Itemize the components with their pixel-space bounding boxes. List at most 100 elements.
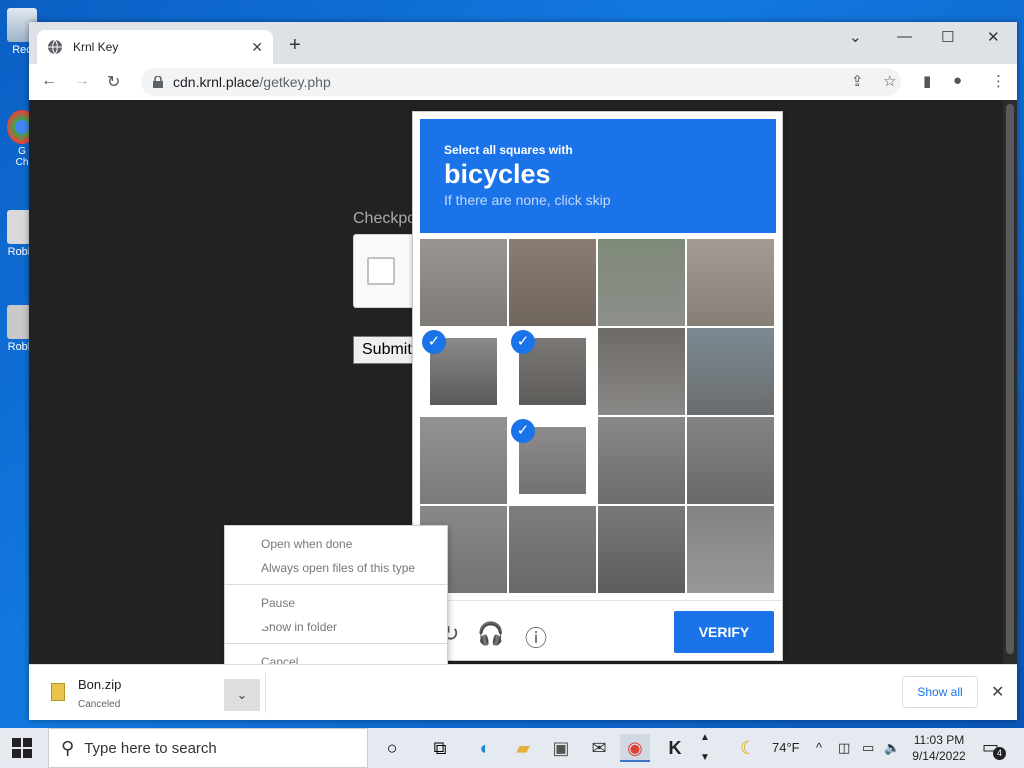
krnl-app-icon[interactable]: K xyxy=(660,734,690,762)
network-icon[interactable]: ▭ xyxy=(862,728,874,768)
page-content: Checkpo Submit Select all squares with b… xyxy=(29,100,1017,664)
checkmark-icon: ✓ xyxy=(422,330,446,354)
menu-separator xyxy=(225,643,447,644)
url-host: cdn.krnl.place xyxy=(173,74,260,90)
search-placeholder: Type here to search xyxy=(84,739,217,757)
captcha-tile-image xyxy=(687,506,774,593)
clock-date: 9/14/2022 xyxy=(912,749,966,763)
info-icon[interactable]: ⓘ xyxy=(525,621,547,653)
captcha-tile-image xyxy=(598,506,685,593)
moon-weather-icon[interactable]: ☾ xyxy=(740,728,756,768)
captcha-tile[interactable]: ✓ xyxy=(509,328,596,415)
lock-icon xyxy=(153,76,163,88)
cortana-icon[interactable]: ○ xyxy=(377,734,407,762)
back-icon[interactable]: ← xyxy=(41,72,57,90)
reload-icon[interactable]: ↻ xyxy=(107,72,120,92)
profile-icon[interactable]: ● xyxy=(953,72,962,89)
globe-icon xyxy=(48,39,62,55)
menu-item-open-when-done[interactable]: Open when done xyxy=(225,532,447,556)
captcha-tile-image xyxy=(598,417,685,504)
tab-krnl-key[interactable]: Krnl Key ✕ xyxy=(37,30,273,64)
captcha-tile[interactable] xyxy=(598,328,685,415)
captcha-header: Select all squares with bicycles If ther… xyxy=(420,119,776,233)
url-path: /getkey.php xyxy=(259,74,331,90)
captcha-tile[interactable] xyxy=(687,417,774,504)
windows-start-icon[interactable] xyxy=(12,738,32,758)
captcha-tile-image xyxy=(509,239,596,326)
maximize-icon[interactable]: ☐ xyxy=(941,28,954,46)
meet-now-icon[interactable]: ◫ xyxy=(838,728,850,768)
captcha-tile-image xyxy=(420,417,507,504)
verify-button[interactable]: VERIFY xyxy=(674,611,774,653)
browser-window: Krnl Key ✕ + ⌄ — ☐ ✕ ← → ↻ cdn.krnl.plac… xyxy=(29,22,1017,720)
captcha-tile[interactable]: ✓ xyxy=(420,328,507,415)
browser-toolbar: ← → ↻ cdn.krnl.place/getkey.php ⇪ ☆ ▮ ● … xyxy=(29,64,1017,100)
show-all-button[interactable]: Show all xyxy=(902,676,978,708)
captcha-tile[interactable] xyxy=(420,239,507,326)
store-icon[interactable]: ▣ xyxy=(546,734,576,762)
chevron-down-icon[interactable]: ⌄ xyxy=(224,679,260,711)
page-scrollbar[interactable] xyxy=(1003,100,1017,664)
checkmark-icon: ✓ xyxy=(511,419,535,443)
captcha-tile-image xyxy=(598,239,685,326)
taskbar-clock[interactable]: 11:03 PM 9/14/2022 xyxy=(908,732,970,764)
download-bar: Bon.zip Canceled ⌄ Show all ✕ xyxy=(29,664,1017,720)
zip-file-icon xyxy=(51,683,65,701)
recaptcha-checkbox[interactable] xyxy=(367,257,395,285)
taskbar-scroll-arrows-icon[interactable]: ▲ ▼ xyxy=(700,728,710,768)
show-hidden-icons-icon[interactable]: ^ xyxy=(816,728,822,768)
new-tab-icon[interactable]: + xyxy=(289,34,301,57)
captcha-tile-image xyxy=(687,328,774,415)
scrollbar-thumb[interactable] xyxy=(1006,104,1014,654)
volume-icon[interactable]: 🔈 xyxy=(884,728,900,768)
captcha-footer: ↻ 🎧 ⓘ VERIFY xyxy=(413,600,782,660)
captcha-tile-image xyxy=(420,239,507,326)
captcha-tile[interactable] xyxy=(687,328,774,415)
download-bar-close-icon[interactable]: ✕ xyxy=(991,682,1004,702)
captcha-tile[interactable] xyxy=(509,239,596,326)
edge-icon[interactable]: ◐ xyxy=(470,734,500,762)
captcha-tile[interactable] xyxy=(687,506,774,593)
file-explorer-icon[interactable]: ▰ xyxy=(508,734,538,762)
captcha-tile[interactable] xyxy=(509,506,596,593)
captcha-tile-image xyxy=(509,506,596,593)
forward-icon[interactable]: → xyxy=(74,72,90,90)
captcha-hint: If there are none, click skip xyxy=(444,192,611,208)
download-divider xyxy=(265,673,266,713)
tab-search-icon[interactable]: ⌄ xyxy=(849,28,862,46)
taskbar: ⚲ Type here to search ○ ⧉ ◐ ▰ ▣ ✉ ◉ K ▲ ▼… xyxy=(0,728,1024,768)
menu-dots-icon[interactable]: ⋮ xyxy=(991,72,1006,90)
captcha-instruction: Select all squares with xyxy=(444,143,573,157)
submit-button[interactable]: Submit xyxy=(353,336,413,364)
minimize-icon[interactable]: — xyxy=(897,28,912,45)
side-panel-icon[interactable]: ▮ xyxy=(923,72,931,90)
captcha-tile[interactable] xyxy=(687,239,774,326)
captcha-tile[interactable] xyxy=(598,239,685,326)
notification-count: 4 xyxy=(993,747,1006,760)
taskbar-search[interactable]: ⚲ Type here to search xyxy=(48,728,368,768)
captcha-tile[interactable]: ✓ xyxy=(509,417,596,504)
address-bar[interactable]: cdn.krnl.place/getkey.php xyxy=(141,68,901,96)
weather-temp[interactable]: 74°F xyxy=(772,728,800,768)
window-close-icon[interactable]: ✕ xyxy=(987,28,1000,46)
tab-title: Krnl Key xyxy=(73,40,119,54)
task-view-icon[interactable]: ⧉ xyxy=(425,734,455,762)
captcha-tile-image xyxy=(598,328,685,415)
chrome-icon[interactable]: ◉ xyxy=(620,734,650,762)
menu-separator xyxy=(225,584,447,585)
captcha-tile-image xyxy=(687,239,774,326)
headphones-icon[interactable]: 🎧 xyxy=(477,621,504,647)
clock-time: 11:03 PM xyxy=(913,733,965,747)
captcha-tile[interactable] xyxy=(598,506,685,593)
captcha-tile[interactable] xyxy=(598,417,685,504)
captcha-challenge: Select all squares with bicycles If ther… xyxy=(412,111,783,661)
tab-close-icon[interactable]: ✕ xyxy=(251,39,263,56)
captcha-target: bicycles xyxy=(444,159,551,189)
captcha-grid: ✓ ✓ ✓ xyxy=(420,239,776,595)
share-icon[interactable]: ⇪ xyxy=(851,72,864,90)
captcha-tile[interactable] xyxy=(420,417,507,504)
tab-strip: Krnl Key ✕ + ⌄ — ☐ ✕ xyxy=(29,22,1017,64)
mail-icon[interactable]: ✉ xyxy=(584,734,614,762)
menu-item-always-open[interactable]: Always open files of this type xyxy=(225,556,447,580)
bookmark-star-icon[interactable]: ☆ xyxy=(883,72,896,90)
